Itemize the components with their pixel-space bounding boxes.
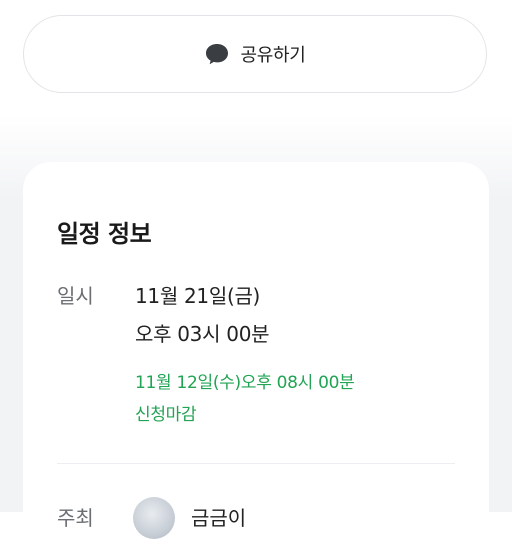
datetime-label: 일시 (57, 284, 94, 308)
divider (57, 463, 455, 464)
share-button[interactable]: 공유하기 (23, 15, 487, 93)
host-label: 주최 (57, 506, 94, 530)
schedule-info-card: 일정 정보 일시 11월 21일(금) 오후 03시 00분 11월 12일(수… (23, 162, 489, 542)
event-date: 11월 21일(금) (135, 284, 261, 308)
application-deadline: 11월 12일(수)오후 08시 00분 (135, 373, 355, 393)
host-avatar[interactable] (133, 497, 175, 539)
section-title: 일정 정보 (57, 220, 152, 248)
event-time: 오후 03시 00분 (135, 322, 270, 346)
share-label: 공유하기 (240, 45, 306, 66)
chat-bubble-icon (204, 42, 230, 66)
host-name[interactable]: 금금이 (191, 502, 246, 531)
deadline-note: 신청마감 (135, 405, 197, 425)
